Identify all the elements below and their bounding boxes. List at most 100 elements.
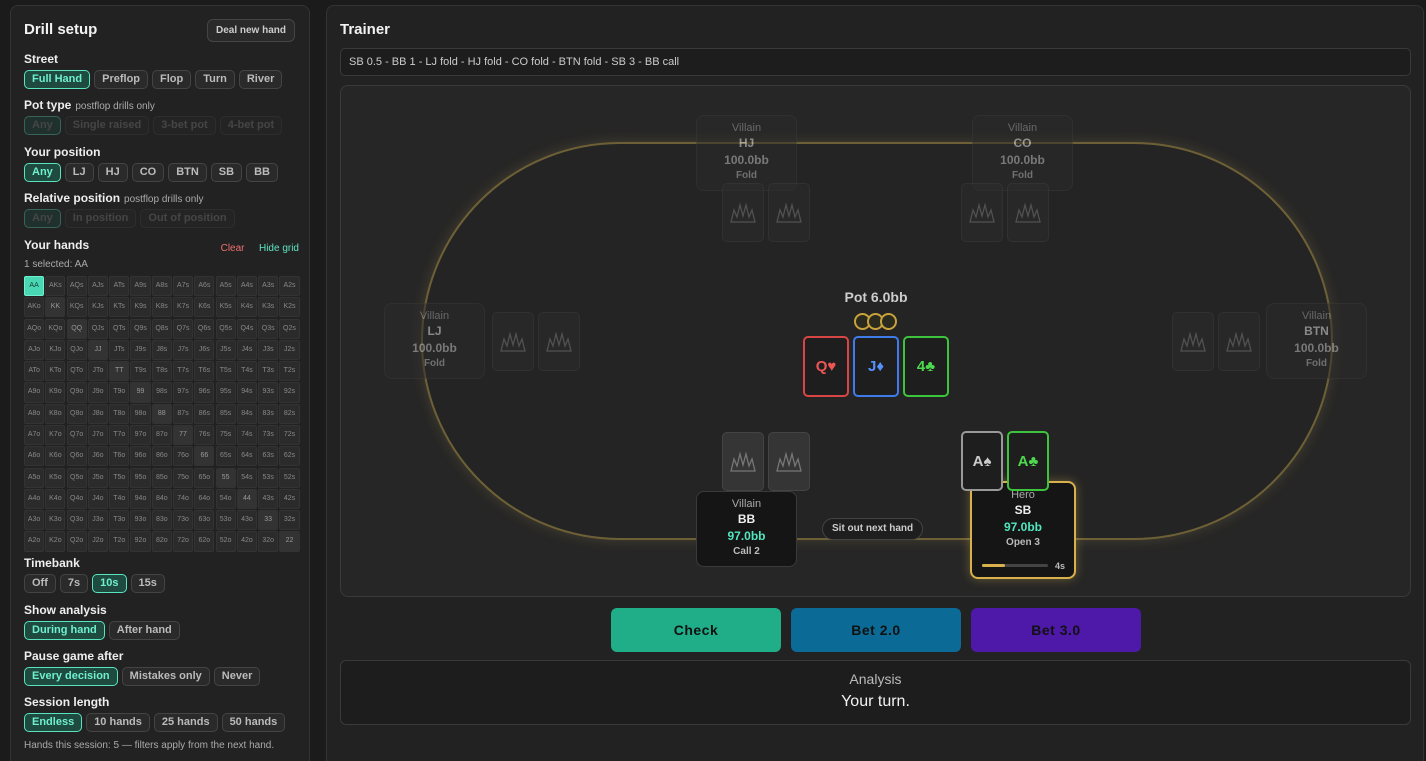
hand-cell[interactable]: KJo: [45, 339, 66, 361]
hand-cell[interactable]: 73o: [172, 510, 194, 531]
hand-cell[interactable]: A7s: [172, 276, 194, 297]
hand-cell[interactable]: K7o: [45, 424, 66, 446]
street-option-full-hand[interactable]: Full Hand: [24, 70, 91, 89]
hand-cell[interactable]: T8o: [109, 403, 130, 424]
hand-cell[interactable]: 63s: [258, 446, 279, 467]
hand-cell[interactable]: QTo: [66, 361, 87, 382]
hand-cell[interactable]: 32o: [258, 531, 279, 552]
hand-cell[interactable]: T9s: [130, 361, 151, 382]
hand-cell[interactable]: Q6o: [66, 446, 87, 467]
hand-cell[interactable]: J8o: [87, 403, 109, 424]
check-button[interactable]: Check: [611, 608, 781, 652]
hand-cell[interactable]: 54s: [236, 467, 257, 488]
hand-cell[interactable]: J9o: [87, 382, 109, 403]
hand-cell[interactable]: 98o: [130, 403, 151, 424]
hand-cell[interactable]: 94o: [130, 488, 151, 509]
hand-cell[interactable]: A7o: [24, 424, 45, 446]
hand-cell[interactable]: 62o: [194, 531, 215, 552]
hand-cell[interactable]: AKo: [24, 297, 45, 318]
hand-cell[interactable]: KTs: [109, 297, 130, 318]
street-option-turn[interactable]: Turn: [195, 70, 235, 89]
relative-position-option-any[interactable]: Any: [24, 209, 61, 228]
hand-cell[interactable]: 64o: [194, 488, 215, 509]
hand-cell[interactable]: T6o: [109, 446, 130, 467]
hand-cell[interactable]: 84s: [236, 403, 257, 424]
hand-cell[interactable]: ATs: [109, 276, 130, 297]
pot-type-option-4-bet-pot[interactable]: 4-bet pot: [219, 116, 283, 135]
hand-cell[interactable]: Q4o: [66, 488, 87, 509]
hand-cell[interactable]: T7s: [172, 361, 194, 382]
hand-cell[interactable]: 99: [130, 382, 151, 403]
pot-type-option-3-bet-pot[interactable]: 3-bet pot: [153, 116, 216, 135]
hand-cell[interactable]: J5o: [87, 467, 109, 488]
timebank-option-15s[interactable]: 15s: [130, 574, 165, 593]
hand-cell[interactable]: 42s: [279, 488, 300, 509]
hand-cell[interactable]: 33: [258, 510, 279, 531]
position-option-sb[interactable]: SB: [210, 163, 243, 182]
position-option-co[interactable]: CO: [131, 163, 165, 182]
hand-cell[interactable]: 96o: [130, 446, 151, 467]
hand-cell[interactable]: 83o: [151, 510, 172, 531]
hand-cell[interactable]: QQ: [66, 318, 87, 339]
hand-cell[interactable]: J7o: [87, 424, 109, 446]
hand-cell[interactable]: T2o: [109, 531, 130, 552]
bet-large-button[interactable]: Bet 3.0: [971, 608, 1141, 652]
hand-cell[interactable]: A6s: [194, 276, 215, 297]
hand-cell[interactable]: A2o: [24, 531, 45, 552]
hand-cell[interactable]: J4o: [87, 488, 109, 509]
hand-cell[interactable]: J8s: [151, 339, 172, 361]
hand-cell[interactable]: 85o: [151, 467, 172, 488]
hand-cell[interactable]: A4o: [24, 488, 45, 509]
hand-cell[interactable]: K9o: [45, 382, 66, 403]
hand-cell[interactable]: 32s: [279, 510, 300, 531]
hand-cell[interactable]: JTo: [87, 361, 109, 382]
hand-cell[interactable]: T3s: [258, 361, 279, 382]
hand-cell[interactable]: 22: [279, 531, 300, 552]
hand-cell[interactable]: Q9s: [130, 318, 151, 339]
clear-hands-link[interactable]: Clear: [221, 243, 245, 254]
hand-cell[interactable]: Q7s: [172, 318, 194, 339]
position-option-btn[interactable]: BTN: [168, 163, 207, 182]
hand-cell[interactable]: 75s: [215, 424, 236, 446]
hand-cell[interactable]: Q2s: [279, 318, 300, 339]
hand-cell[interactable]: AA: [24, 276, 45, 297]
pot-type-option-single-raised[interactable]: Single raised: [64, 116, 150, 135]
pause-option-mistakes-only[interactable]: Mistakes only: [121, 667, 210, 686]
hand-cell[interactable]: A3s: [258, 276, 279, 297]
hand-cell[interactable]: J3o: [87, 510, 109, 531]
hand-cell[interactable]: 86o: [151, 446, 172, 467]
hand-cell[interactable]: 74s: [236, 424, 257, 446]
hand-cell[interactable]: AJs: [87, 276, 109, 297]
hand-cell[interactable]: T6s: [194, 361, 215, 382]
hand-cell[interactable]: QJo: [66, 339, 87, 361]
hand-cell[interactable]: K6o: [45, 446, 66, 467]
hand-cell[interactable]: Q7o: [66, 424, 87, 446]
hand-cell[interactable]: 96s: [194, 382, 215, 403]
hand-cell[interactable]: K3o: [45, 510, 66, 531]
position-option-bb[interactable]: BB: [246, 163, 278, 182]
hand-cell[interactable]: KK: [45, 297, 66, 318]
hand-cell[interactable]: T4o: [109, 488, 130, 509]
position-option-any[interactable]: Any: [24, 163, 61, 182]
session-length-option-10-hands[interactable]: 10 hands: [86, 713, 150, 732]
pause-option-every-decision[interactable]: Every decision: [24, 667, 118, 686]
hand-cell[interactable]: 82s: [279, 403, 300, 424]
hand-cell[interactable]: A5s: [215, 276, 236, 297]
hand-cell[interactable]: T8s: [151, 361, 172, 382]
hand-cell[interactable]: J2s: [279, 339, 300, 361]
show-analysis-option-after-hand[interactable]: After hand: [108, 621, 180, 640]
hand-cell[interactable]: 87o: [151, 424, 172, 446]
hand-cell[interactable]: A9s: [130, 276, 151, 297]
hand-cell[interactable]: Q3s: [258, 318, 279, 339]
street-option-river[interactable]: River: [238, 70, 283, 89]
hand-cell[interactable]: J7s: [172, 339, 194, 361]
hand-cell[interactable]: 53o: [215, 510, 236, 531]
deal-new-hand-button[interactable]: Deal new hand: [206, 19, 295, 42]
hand-cell[interactable]: K6s: [194, 297, 215, 318]
hand-cell[interactable]: AKs: [45, 276, 66, 297]
hand-cell[interactable]: K7s: [172, 297, 194, 318]
hand-cell[interactable]: 64s: [236, 446, 257, 467]
hand-cell[interactable]: K5o: [45, 467, 66, 488]
hand-cell[interactable]: J5s: [215, 339, 236, 361]
hand-cell[interactable]: 63o: [194, 510, 215, 531]
